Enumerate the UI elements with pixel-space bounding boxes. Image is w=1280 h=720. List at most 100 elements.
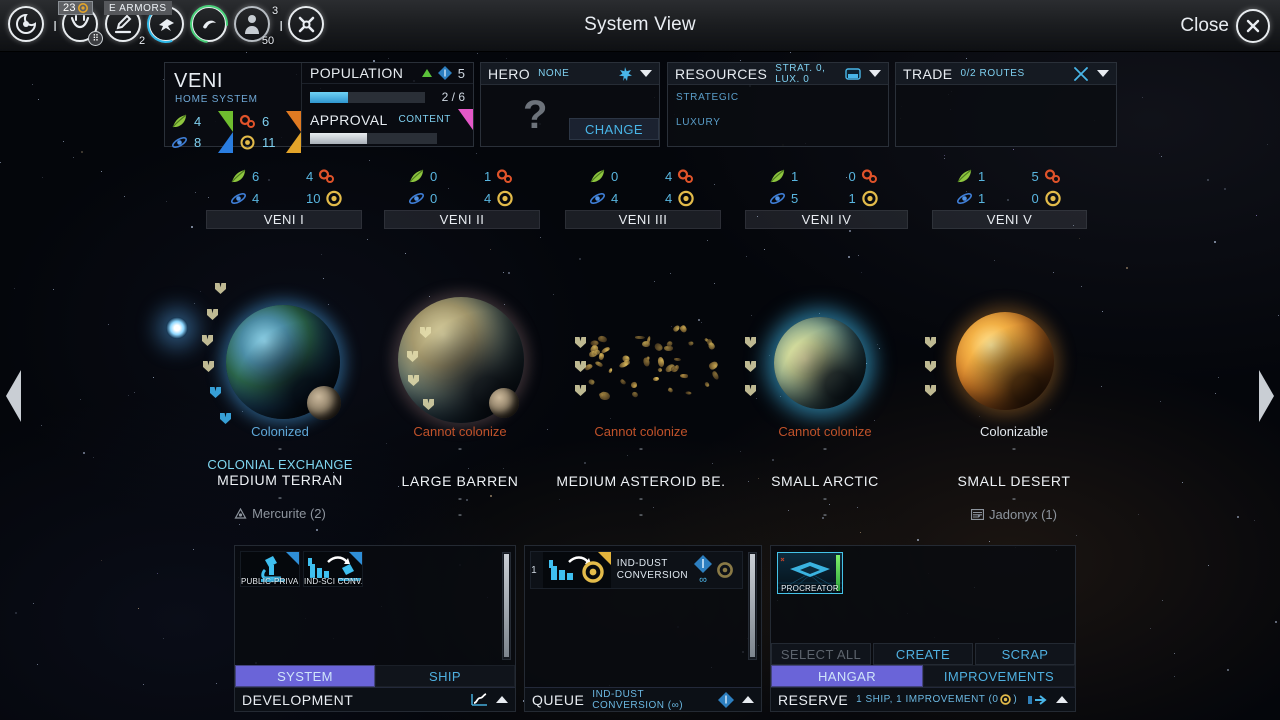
system-view-screen: System View I ⠿ 2 3 50 I 23 E ARMORS Clo… (0, 0, 1280, 720)
queue-panel: 1 IND-DUST CONVERSION ∞ QUEUE IND-DUST C… (524, 545, 762, 712)
reserve-ship-label: PROCREATOR (781, 584, 839, 593)
pop-diamond-icon (694, 554, 712, 573)
dust-corner (286, 132, 301, 153)
planet-medium-asteroid-belt[interactable] (583, 323, 725, 405)
trade-body (896, 85, 1116, 146)
system-fidsi-grid: 4 6 8 11 (165, 111, 301, 153)
queue-scrollbar[interactable] (748, 552, 757, 660)
reserve-panel: PROCREATOR SELECT ALL CREATE SCRAP HANGA… (770, 545, 1076, 712)
food-icon (590, 169, 605, 183)
resources-body: STRATEGIC LUXURY (668, 85, 888, 146)
hero-change-button[interactable]: CHANGE (569, 118, 659, 140)
planet-food: 6 (206, 166, 284, 187)
planet-small-arctic[interactable] (774, 317, 866, 409)
planet-science-value: 1 (978, 191, 986, 206)
planet-stat-block: 1 5 1 0 VENI V (932, 166, 1087, 229)
industry-icon (319, 169, 335, 183)
planet-science: 0 (384, 187, 462, 210)
development-item-public-private[interactable]: PUBLIC-PRIVA. (240, 551, 300, 587)
planet-name-button[interactable]: VENI II (384, 210, 540, 229)
queue-footer[interactable]: QUEUE IND-DUST CONVERSION (∞) (525, 687, 761, 711)
industry-corner (286, 111, 301, 132)
top-bar: System View I ⠿ 2 3 50 I 23 E ARMORS Clo… (0, 0, 1280, 52)
scrap-button[interactable]: SCRAP (975, 643, 1075, 665)
reserve-ship-procreator[interactable]: PROCREATOR (777, 552, 843, 594)
queue-scroll-thumb[interactable] (750, 554, 755, 657)
planet-resource: Jadonyx (1) (894, 507, 1134, 522)
industry-icon (497, 169, 513, 183)
trade-icon[interactable] (182, 0, 236, 51)
reserve-list: PROCREATOR (771, 546, 1075, 643)
arrow-right-icon[interactable] (1259, 370, 1274, 422)
close-button[interactable]: Close (1180, 9, 1270, 43)
queue-item[interactable]: 1 IND-DUST CONVERSION ∞ (530, 551, 743, 589)
population-icon[interactable]: 3 50 (234, 5, 278, 47)
population-slot-marker (925, 361, 936, 372)
science-icon (957, 193, 972, 204)
planet-labels-row: Colonized - COLONIAL EXCHANGE MEDIUM TERRAN… (0, 424, 1280, 524)
queue-item-cost: ∞ (694, 554, 742, 586)
reserve-footer-sub: 1 SHIP, 1 IMPROVEMENT (0 (856, 694, 999, 705)
population-count: 50 (261, 35, 275, 47)
chevron-down-icon[interactable] (869, 70, 881, 77)
planet-anomaly (894, 457, 1134, 473)
planet-industry: 0 (827, 166, 909, 187)
approval-status: CONTENT (398, 114, 451, 125)
dust-amount: 23 (63, 2, 76, 14)
reserve-footer[interactable]: RESERVE 1 SHIP, 1 IMPROVEMENT (0 ) (771, 687, 1075, 711)
planet-stat-grid: 0 1 0 4 (384, 166, 540, 210)
population-slot-marker (745, 361, 756, 372)
trade-label: TRADE (903, 65, 953, 82)
planet-name-button[interactable]: VENI V (932, 210, 1087, 229)
planet-name-button[interactable]: VENI III (565, 210, 721, 229)
hero-placeholder-glyph: ? (523, 93, 548, 137)
planet-food: 0 (384, 166, 462, 187)
planet-state: Colonizable (980, 424, 1048, 439)
planet-stat-block: 1 0 5 1 VENI IV (745, 166, 908, 229)
trade-header[interactable]: TRADE 0/2 ROUTES (896, 63, 1116, 85)
planet-science-value: 5 (791, 191, 799, 206)
tab-ship[interactable]: SHIP (375, 665, 515, 687)
planet-science-value: 0 (430, 191, 438, 206)
chevron-down-icon[interactable] (640, 70, 652, 77)
population-bar-row: 2 / 6 (302, 84, 473, 104)
development-scrollbar[interactable] (502, 552, 511, 660)
planet-name-button[interactable]: VENI I (206, 210, 362, 229)
science-icon (409, 193, 424, 204)
development-footer[interactable]: DEVELOPMENT (235, 687, 515, 711)
chevron-up-icon[interactable] (496, 696, 508, 703)
empire-emblem-icon[interactable] (8, 6, 48, 46)
planet-stat-block: 0 1 0 4 VENI II (384, 166, 540, 229)
planet-small-desert[interactable] (956, 312, 1054, 410)
create-button[interactable]: CREATE (873, 643, 973, 665)
planet-industry: 5 (1010, 166, 1088, 187)
food-corner (218, 111, 233, 132)
tab-hangar[interactable]: HANGAR (771, 665, 923, 687)
queue-item-name-line1: IND-DUST (616, 558, 668, 569)
queue-item-corner (597, 552, 611, 565)
chevron-up-icon[interactable] (1056, 696, 1068, 703)
options-icon[interactable] (288, 6, 328, 46)
development-scroll-thumb[interactable] (504, 554, 509, 657)
arrow-left-icon[interactable] (6, 370, 21, 422)
planet-name-button[interactable]: VENI IV (745, 210, 908, 229)
reserve-actions: SELECT ALL CREATE SCRAP (771, 643, 1075, 665)
population-slot-marker (925, 385, 936, 396)
luxury-resource-icon (971, 509, 985, 520)
resources-header[interactable]: RESOURCES STRAT. 0, LUX. 0 (668, 63, 888, 85)
reserve-tabs: HANGAR IMPROVEMENTS (771, 665, 1075, 687)
tab-improvements[interactable]: IMPROVEMENTS (923, 665, 1075, 687)
select-all-button[interactable]: SELECT ALL (771, 643, 871, 665)
planet-dust: 1 (827, 187, 909, 210)
armor-notification[interactable]: E ARMORS (104, 1, 172, 15)
planet-industry-value: 4 (665, 169, 673, 184)
deploy-arrow-icon[interactable] (1028, 694, 1048, 706)
development-tiles: PUBLIC-PRIVA. IND-SCI CONV. (240, 551, 363, 587)
chevron-down-icon[interactable] (1097, 70, 1109, 77)
chevron-up-icon[interactable] (742, 696, 754, 703)
development-item-ind-sci-conv[interactable]: IND-SCI CONV. (303, 551, 363, 587)
hero-star-icon (619, 66, 632, 81)
hero-header[interactable]: HERO NONE (481, 63, 659, 85)
tab-system[interactable]: SYSTEM (235, 665, 375, 687)
planet-food-value: 0 (430, 169, 438, 184)
